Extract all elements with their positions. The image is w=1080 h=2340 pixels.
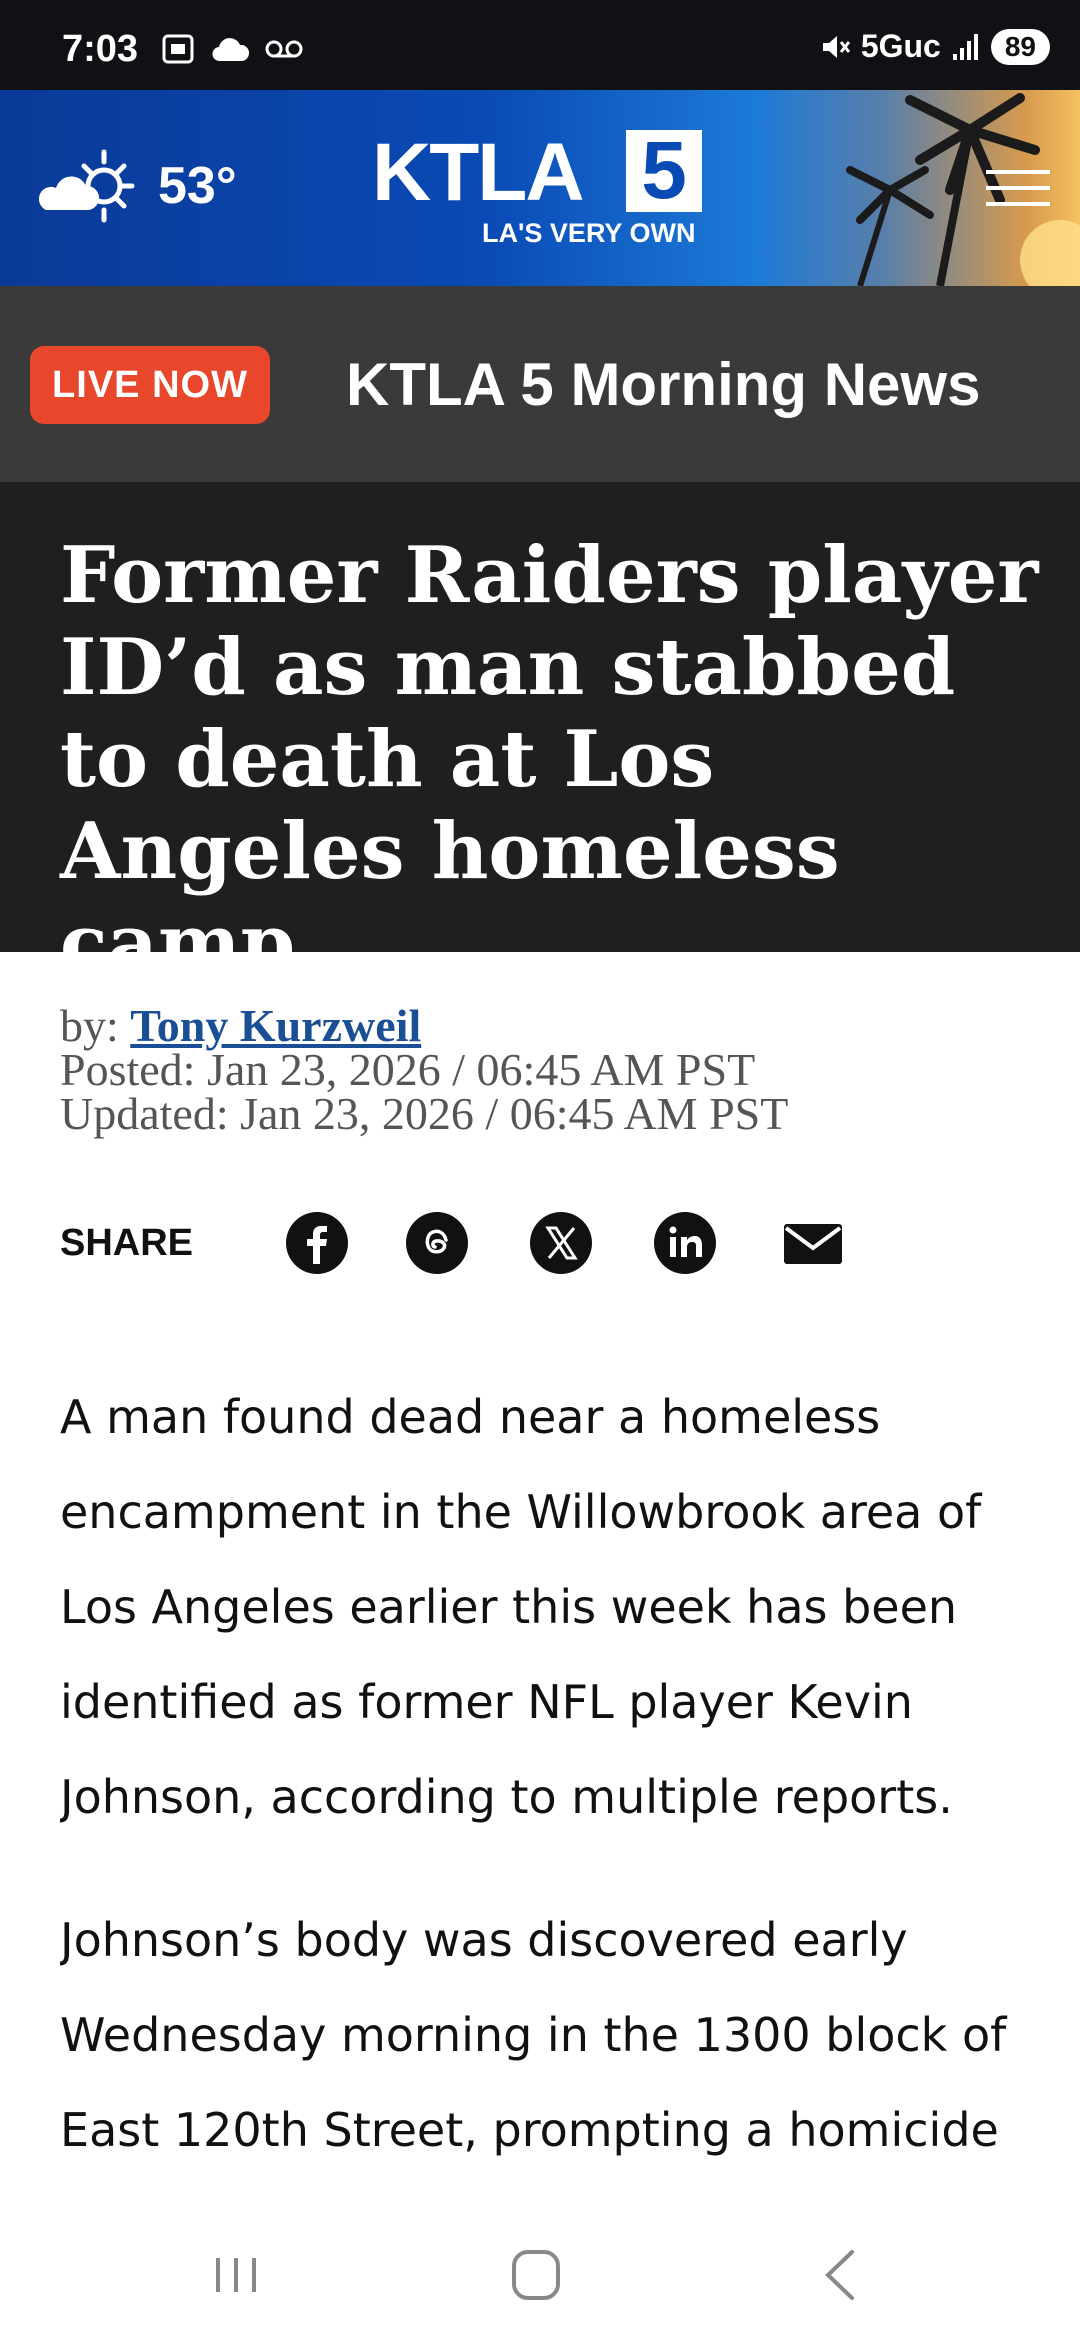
site-header: 53° KTLA 5 LA'S VERY OWN [0,90,1080,286]
signal-icon [952,33,978,60]
recent-apps-icon[interactable] [196,2240,276,2310]
screenshot-icon [162,34,194,64]
linkedin-icon[interactable] [652,1210,718,1276]
article-paragraph: Johnson’s body was discovered early Wedn… [60,1913,1007,2157]
status-bar: 7:03 5Guc 89 [0,0,1080,90]
system-nav-bar [0,2200,1080,2340]
headline-area: Former Raiders player ID’d as man stabbe… [0,482,1080,989]
battery-badge: 89 [990,28,1050,65]
mute-icon [822,35,850,58]
byline: by: Tony Kurzweil [60,1003,788,1049]
live-banner[interactable]: LIVE NOW KTLA 5 Morning News [0,286,1080,482]
voicemail-icon [265,40,303,58]
live-now-badge: LIVE NOW [30,346,270,424]
logo-text: KTLA [372,127,585,218]
updated-date: Updated: Jan 23, 2026 / 06:45 AM PST [60,1088,789,1139]
facebook-icon[interactable] [284,1210,350,1276]
share-label: SHARE [60,1222,194,1264]
posted-date: Posted: Jan 23, 2026 / 06:45 AM PST [60,1044,756,1095]
article-meta: by: Tony Kurzweil Posted: Jan 23, 2026 /… [60,1003,789,1139]
status-right-icons: 5Guc 89 [819,28,1050,65]
hamburger-menu-icon[interactable] [986,170,1050,210]
live-program-title[interactable]: KTLA 5 Morning News [346,346,980,424]
cloud-icon [212,38,250,62]
back-icon[interactable] [800,2240,880,2310]
article-paragraph: A man found dead near a homeless encampm… [60,1390,982,1824]
home-icon[interactable] [496,2240,576,2310]
share-row: SHARE [60,1210,1060,1280]
article-headline: Former Raiders player ID’d as man stabbe… [60,530,1039,989]
status-time: 7:03 [62,28,139,70]
logo-number: 5 [626,130,702,212]
threads-icon[interactable] [404,1210,470,1276]
network-label: 5Guc [860,28,941,64]
partly-sunny-icon [38,149,135,223]
ktla-logo[interactable]: KTLA 5 LA'S VERY OWN [372,126,702,256]
article-body: A man found dead near a homeless encampm… [60,1370,1020,2190]
logo-tagline: LA'S VERY OWN [482,218,696,248]
email-icon[interactable] [780,1210,846,1276]
status-left-icons [160,32,304,66]
x-icon[interactable] [528,1210,594,1276]
weather-temperature: 53° [158,157,237,215]
